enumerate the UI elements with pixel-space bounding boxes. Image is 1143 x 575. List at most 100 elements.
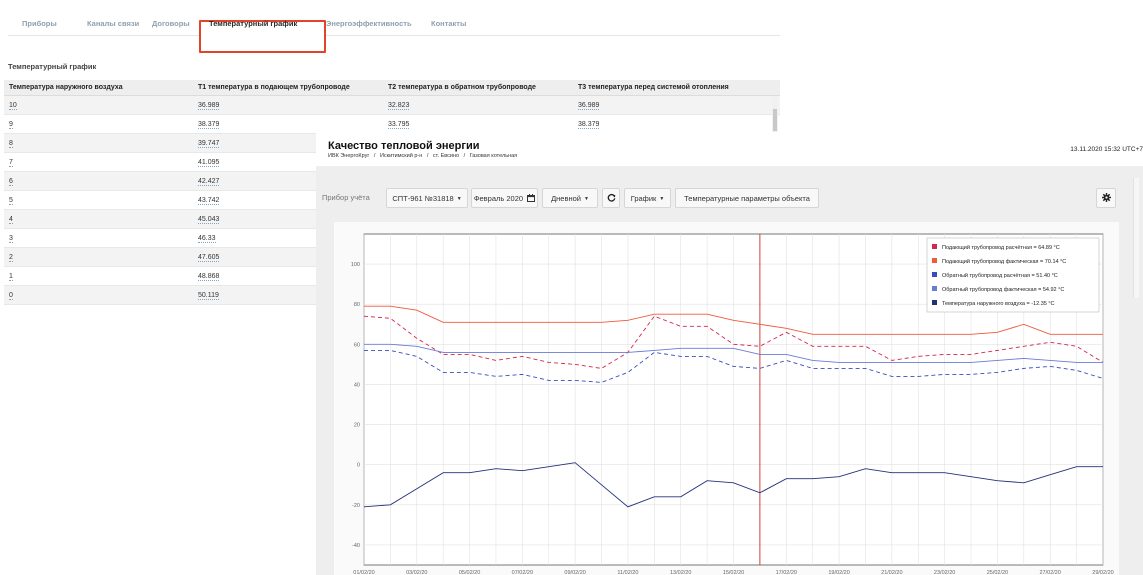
cell-value-link[interactable]: 0 <box>9 292 13 300</box>
breadcrumb-item[interactable]: ст. Евсино <box>433 153 459 159</box>
table-cell: 4 <box>4 210 193 228</box>
panel-scrollbar[interactable] <box>1133 178 1139 298</box>
breadcrumb-item[interactable]: Газовая котельная <box>470 153 518 159</box>
y-tick-label: 20 <box>354 423 360 429</box>
heat-quality-panel: Качество тепловой энергии ИВК ЭнергоКруг… <box>316 132 1143 575</box>
table-row: 10 36.989 32.823 36.989 <box>4 96 780 115</box>
x-tick-label: 29/02/20 <box>1092 570 1113 575</box>
x-tick-label: 19/02/20 <box>828 570 849 575</box>
x-tick-label: 21/02/20 <box>881 570 902 575</box>
x-tick-label: 01/02/20 <box>353 570 374 575</box>
view-select-value: График <box>630 194 657 203</box>
cell-value-link[interactable]: 45.043 <box>198 216 220 224</box>
table-cell: 9 <box>4 115 193 133</box>
panel-body: Прибор учёта СПТ-961 №31818 ▼ Февраль 202… <box>316 166 1143 575</box>
table-cell: 0 <box>4 286 193 304</box>
legend-swatch <box>932 258 937 263</box>
panel-title: Качество тепловой энергии <box>328 140 480 152</box>
temperature-chart: 100 80 60 40 20 0 -20 -40 01/02/20 03/02/20 05/02/… <box>351 233 1114 575</box>
y-tick-label: -40 <box>352 543 360 549</box>
tab-channels[interactable]: Каналы связи <box>87 12 139 36</box>
table-scrollbar[interactable] <box>772 97 778 137</box>
calendar-icon <box>527 194 536 202</box>
cell-value-link[interactable]: 36.989 <box>198 102 220 110</box>
cell-value-link[interactable]: 38.379 <box>198 121 220 129</box>
settings-button[interactable] <box>1096 188 1116 208</box>
cell-value-link[interactable]: 36.989 <box>578 102 600 110</box>
cell-value-link[interactable]: 9 <box>9 121 13 129</box>
refresh-button[interactable] <box>602 188 620 208</box>
object-temperature-params-button[interactable]: Температурные параметры объекта <box>675 188 819 208</box>
x-tick-label: 07/02/20 <box>512 570 533 575</box>
period-mode-select[interactable]: Дневной ▼ <box>542 188 598 208</box>
y-tick-label: 100 <box>351 262 360 268</box>
tab-contracts[interactable]: Договоры <box>152 12 190 36</box>
cell-value-link[interactable]: 2 <box>9 254 13 262</box>
object-temperature-params-label: Температурные параметры объекта <box>684 194 810 203</box>
y-tick-label: 40 <box>354 382 360 388</box>
cell-value-link[interactable]: 3 <box>9 235 13 243</box>
cell-value-link[interactable]: 43.742 <box>198 197 220 205</box>
y-tick-label: -20 <box>352 503 360 509</box>
period-mode-value: Дневной <box>551 194 581 203</box>
cell-value-link[interactable]: 4 <box>9 216 13 224</box>
legend-swatch <box>932 300 937 305</box>
x-tick-label: 23/02/20 <box>934 570 955 575</box>
view-select[interactable]: График ▼ <box>624 188 671 208</box>
cell-value-link[interactable]: 10 <box>9 102 17 110</box>
y-tick-label: 60 <box>354 342 360 348</box>
section-title: Температурный график <box>8 62 97 71</box>
cell-value-link[interactable]: 39.747 <box>198 140 220 148</box>
table-cell: 10 <box>4 96 193 114</box>
legend-label: Обратный трубопровод фактическая = 54.92… <box>942 286 1064 293</box>
cell-value-link[interactable]: 33.795 <box>388 121 410 129</box>
gear-icon <box>1101 193 1111 202</box>
legend-label: Подающий трубопровод фактическая = 70.14… <box>942 258 1066 265</box>
cell-value-link[interactable]: 50.119 <box>198 292 219 300</box>
tab-energy-efficiency[interactable]: Энергоэффективность <box>326 12 412 36</box>
tab-temperature-schedule[interactable]: Температурный график <box>209 12 297 36</box>
table-cell: 2 <box>4 248 193 266</box>
table-cell: 32.823 <box>383 96 573 114</box>
cell-value-link[interactable]: 8 <box>9 140 13 148</box>
breadcrumb-separator: / <box>426 153 429 159</box>
tab-devices[interactable]: Приборы <box>22 12 57 36</box>
cell-value-link[interactable]: 5 <box>9 197 13 205</box>
cell-value-link[interactable]: 38.379 <box>578 121 600 129</box>
breadcrumb-item[interactable]: Искитимский р-н <box>380 153 422 159</box>
table-header: Температура наружного воздуха Т1 темпера… <box>4 80 780 96</box>
cell-value-link[interactable]: 47.605 <box>198 254 220 262</box>
chart-card: 100 80 60 40 20 0 -20 -40 01/02/20 03/02/20 05/02/… <box>334 222 1119 575</box>
breadcrumb: ИВК ЭнергоКруг / Искитимский р-н / ст. Е… <box>328 153 520 159</box>
chart-toolbar: Прибор учёта СПТ-961 №31818 ▼ Февраль 202… <box>316 188 1143 208</box>
cell-value-link[interactable]: 6 <box>9 178 13 186</box>
x-tick-label: 15/02/20 <box>723 570 744 575</box>
table-cell: 7 <box>4 153 193 171</box>
legend-label: Температура наружного воздуха = -12.35 °… <box>942 301 1055 307</box>
table-cell: 38.379 <box>193 115 383 133</box>
x-tick-label: 11/02/20 <box>617 570 638 575</box>
device-select[interactable]: СПТ-961 №31818 ▼ <box>386 188 468 208</box>
x-tick-label: 25/02/20 <box>987 570 1008 575</box>
refresh-icon <box>607 193 615 202</box>
legend-swatch <box>932 286 937 291</box>
month-picker[interactable]: Февраль 2020 <box>471 188 538 208</box>
cell-value-link[interactable]: 42.427 <box>198 178 220 186</box>
table-cell: 36.989 <box>573 96 768 114</box>
tab-contacts[interactable]: Контакты <box>431 12 466 36</box>
cell-value-link[interactable]: 46.33 <box>198 235 216 243</box>
cell-value-link[interactable]: 1 <box>9 273 13 281</box>
cell-value-link[interactable]: 32.823 <box>388 102 410 110</box>
legend-swatch <box>932 244 937 249</box>
month-picker-value: Февраль 2020 <box>473 194 524 203</box>
table-cell: 5 <box>4 191 193 209</box>
cell-value-link[interactable]: 41.095 <box>198 159 220 167</box>
breadcrumb-item[interactable]: ИВК ЭнергоКруг <box>328 153 369 159</box>
cell-value-link[interactable]: 48.868 <box>198 273 220 281</box>
header-outdoor-temp: Температура наружного воздуха <box>9 84 123 91</box>
x-tick-label: 27/02/20 <box>1040 570 1061 575</box>
cell-value-link[interactable]: 7 <box>9 159 13 167</box>
header-t3: Т3 температура перед системой отопления <box>578 84 729 91</box>
table-cell: 38.379 <box>573 115 768 133</box>
chevron-down-icon: ▼ <box>583 196 589 202</box>
